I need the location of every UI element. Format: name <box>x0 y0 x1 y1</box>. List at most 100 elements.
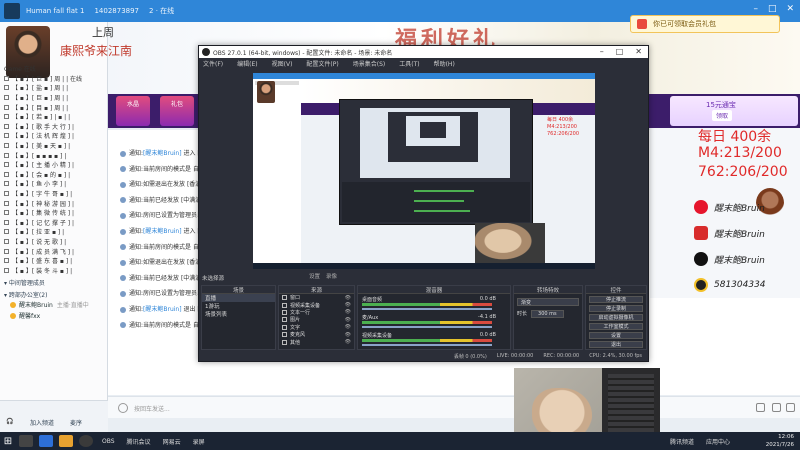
properties-button[interactable]: 设置 <box>309 272 320 280</box>
member-row[interactable]: 【 ▪ 】[ 歌 手 大 行 ] | <box>4 122 104 132</box>
obs-menu-item[interactable]: 配置文件(P) <box>306 59 338 68</box>
control-button[interactable]: 启动虚拟摄像机 <box>589 313 643 321</box>
group-header[interactable]: ▾ 中间管理成员 <box>4 277 104 287</box>
visibility-icon[interactable]: 👁 <box>345 309 351 315</box>
duration-input[interactable]: 300 ms <box>531 310 564 318</box>
obs-menu-item[interactable]: 视图(V) <box>272 59 293 68</box>
game-tile[interactable]: 礼包 <box>160 96 194 126</box>
chat-input[interactable]: 按回车发送... <box>134 404 170 413</box>
explorer-icon[interactable] <box>39 435 53 447</box>
scene-item[interactable]: 1游玩 <box>202 302 275 310</box>
control-button[interactable]: 设置 <box>589 331 643 339</box>
member-row[interactable]: 【 ▪ 】[ 巨 ▪ ] 周 | | 在线 <box>4 74 104 84</box>
member-row[interactable]: 【 ▪ 】[ 记 忆 撑 子 ] | <box>4 218 104 228</box>
image-icon[interactable] <box>756 403 765 412</box>
visibility-icon[interactable]: 👁 <box>345 339 351 345</box>
volume-slider[interactable] <box>362 326 492 328</box>
filters-button[interactable]: 录像 <box>326 272 337 280</box>
more-icon[interactable] <box>786 403 795 412</box>
source-item[interactable]: 图片 👁 <box>279 316 354 323</box>
source-item[interactable]: 窗口 👁 <box>279 294 354 301</box>
title-tab[interactable]: Human fall flat 1 <box>26 7 84 15</box>
taskbar-item[interactable]: 应用中心 <box>706 437 730 446</box>
visibility-icon[interactable]: 👁 <box>345 324 351 330</box>
member-row[interactable]: 【 ▪ 】[ 若 ▪ ] | ▪ | | <box>4 112 104 122</box>
promo-card[interactable]: 15元通宝 领取 <box>670 96 798 126</box>
obs-menu-item[interactable]: 场景集合(S) <box>353 59 386 68</box>
scene-item[interactable]: 场景列表 <box>202 310 275 318</box>
taskbar-item[interactable]: 录屏 <box>193 437 205 446</box>
obs-menu-item[interactable]: 帮助(H) <box>434 59 455 68</box>
source-item[interactable]: 文本一行 👁 <box>279 309 354 316</box>
maximize-icon[interactable]: □ <box>768 4 777 14</box>
join-channel-button[interactable]: 加入频道 <box>30 418 54 427</box>
control-button[interactable]: 停止推流 <box>589 295 643 303</box>
member-row[interactable]: 【 ▪ 】[ 成 员 满 飞 ] | <box>4 246 104 256</box>
start-icon[interactable]: ⊞ <box>0 432 16 450</box>
source-label: 图片 <box>290 317 301 324</box>
member-row[interactable]: 【 ▪ 】[ 拉 亚 ▪ ] | <box>4 227 104 237</box>
source-item[interactable]: 视频采集设备 👁 <box>279 301 354 309</box>
visibility-icon[interactable]: 👁 <box>345 302 351 308</box>
obs-preview[interactable]: 每日 400余 M4:213/200 762:206/200 <box>253 73 595 269</box>
member-row[interactable]: 【 ▪ 】[ 说 无 歌 ] | <box>4 237 104 247</box>
taskbar-item[interactable]: 网易云 <box>163 437 181 446</box>
minimize-icon[interactable]: – <box>753 4 758 14</box>
promo-button[interactable]: 领取 <box>712 110 733 121</box>
settings-icon[interactable] <box>772 403 781 412</box>
obs-menu-item[interactable]: 文件(F) <box>203 59 223 68</box>
obs-taskbar-icon[interactable] <box>79 435 93 447</box>
taskbar-item[interactable]: 腾讯会议 <box>127 437 151 446</box>
obs-maximize-icon[interactable]: □ <box>616 47 624 56</box>
obs-menu-item[interactable]: 编辑(E) <box>237 59 257 68</box>
source-item[interactable]: 其他 👁 <box>279 338 354 346</box>
scene-item[interactable]: 直播 <box>202 294 275 302</box>
close-icon[interactable]: ✕ <box>786 4 794 14</box>
member-row[interactable]: 【 ▪ 】[ 目 ▪ ] 周 | | <box>4 102 104 112</box>
member-row[interactable]: 【 ▪ 】[ 巨 ▪ ] 周 | | <box>4 93 104 103</box>
search-icon[interactable] <box>19 435 33 447</box>
taskbar-item[interactable]: OBS <box>102 438 115 445</box>
message-user[interactable]: [醒末鲍Bruin] <box>143 306 182 313</box>
member-row[interactable]: 【 ▪ 】[ 美 ▪ 天 ▪ ] | <box>4 141 104 151</box>
member-row[interactable]: 【 ▪ 】[ 盐 ▪ ] 周 | | <box>4 83 104 93</box>
member-row[interactable]: 【 ▪ 】[ 字 牛 哥 ▪ ] | <box>4 189 104 199</box>
user-entry[interactable]: 醒末鲍Bruin 主播·直播中 <box>4 299 104 310</box>
obs-close-icon[interactable]: ✕ <box>635 47 642 56</box>
obs-menu-item[interactable]: 工具(T) <box>399 59 419 68</box>
transition-select[interactable]: 渐变 <box>517 298 579 306</box>
control-button[interactable]: 工作室模式 <box>589 322 643 330</box>
visibility-icon[interactable]: 👁 <box>345 332 351 338</box>
game-tile[interactable]: 水晶 <box>116 96 150 126</box>
gift-notice[interactable]: 你已可领取会员礼包 <box>630 15 780 33</box>
message-user[interactable]: [醒末鲍Bruin] <box>143 228 182 235</box>
member-row[interactable]: 【 ▪ 】[ ▪ ▪ ▪ ▪ ] | <box>4 150 104 160</box>
control-button[interactable]: 停止录制 <box>589 304 643 312</box>
member-row[interactable]: 【 ▪ 】[ 集 微 传 统 ] | <box>4 208 104 218</box>
member-row[interactable]: 【 ▪ 】[ 盛 东 喜 ▪ ] | <box>4 256 104 266</box>
group-header[interactable]: ▾ 跨部办公室(2) <box>4 289 104 299</box>
visibility-icon[interactable]: 👁 <box>345 295 351 301</box>
user-entry[interactable]: 醒馨fxx <box>4 310 104 321</box>
emoji-icon[interactable] <box>118 403 128 413</box>
visibility-icon[interactable]: 👁 <box>345 317 351 323</box>
member-row[interactable]: 【 ▪ 】[ 主 播 小 精 ] | <box>4 160 104 170</box>
headset-icon[interactable]: 🎧 <box>6 418 13 425</box>
member-row[interactable]: 【 ▪ 】[ 法 机 辉 煌 ] | <box>4 131 104 141</box>
taskbar-item[interactable]: 腾讯频道 <box>670 437 694 446</box>
member-row[interactable]: 【 ▪ 】[ 会 ▪ 的 ▪ ] | <box>4 170 104 180</box>
mic-queue-button[interactable]: 麦序 <box>70 418 82 427</box>
source-item[interactable]: 文字 👁 <box>279 324 354 331</box>
message-user[interactable]: [醒末鲍Bruin] <box>143 150 182 157</box>
member-row[interactable]: 【 ▪ 】[ 装 冬 斗 ▪ ] | <box>4 265 104 275</box>
control-button[interactable]: 退出 <box>589 340 643 348</box>
volume-slider[interactable] <box>362 308 492 310</box>
member-row[interactable]: 【 ▪ 】[ 鱼 小 李 ] | <box>4 179 104 189</box>
system-clock[interactable]: 12:06 2021/7/26 <box>766 433 794 449</box>
volume-slider[interactable] <box>362 344 492 346</box>
message-head: 通知: <box>129 228 144 235</box>
obs-minimize-icon[interactable]: – <box>600 47 604 56</box>
member-row[interactable]: 【 ▪ 】[ 神 秘 游 园 ] | <box>4 198 104 208</box>
folder-icon[interactable] <box>59 435 73 447</box>
source-item[interactable]: 麦克风 👁 <box>279 331 354 338</box>
